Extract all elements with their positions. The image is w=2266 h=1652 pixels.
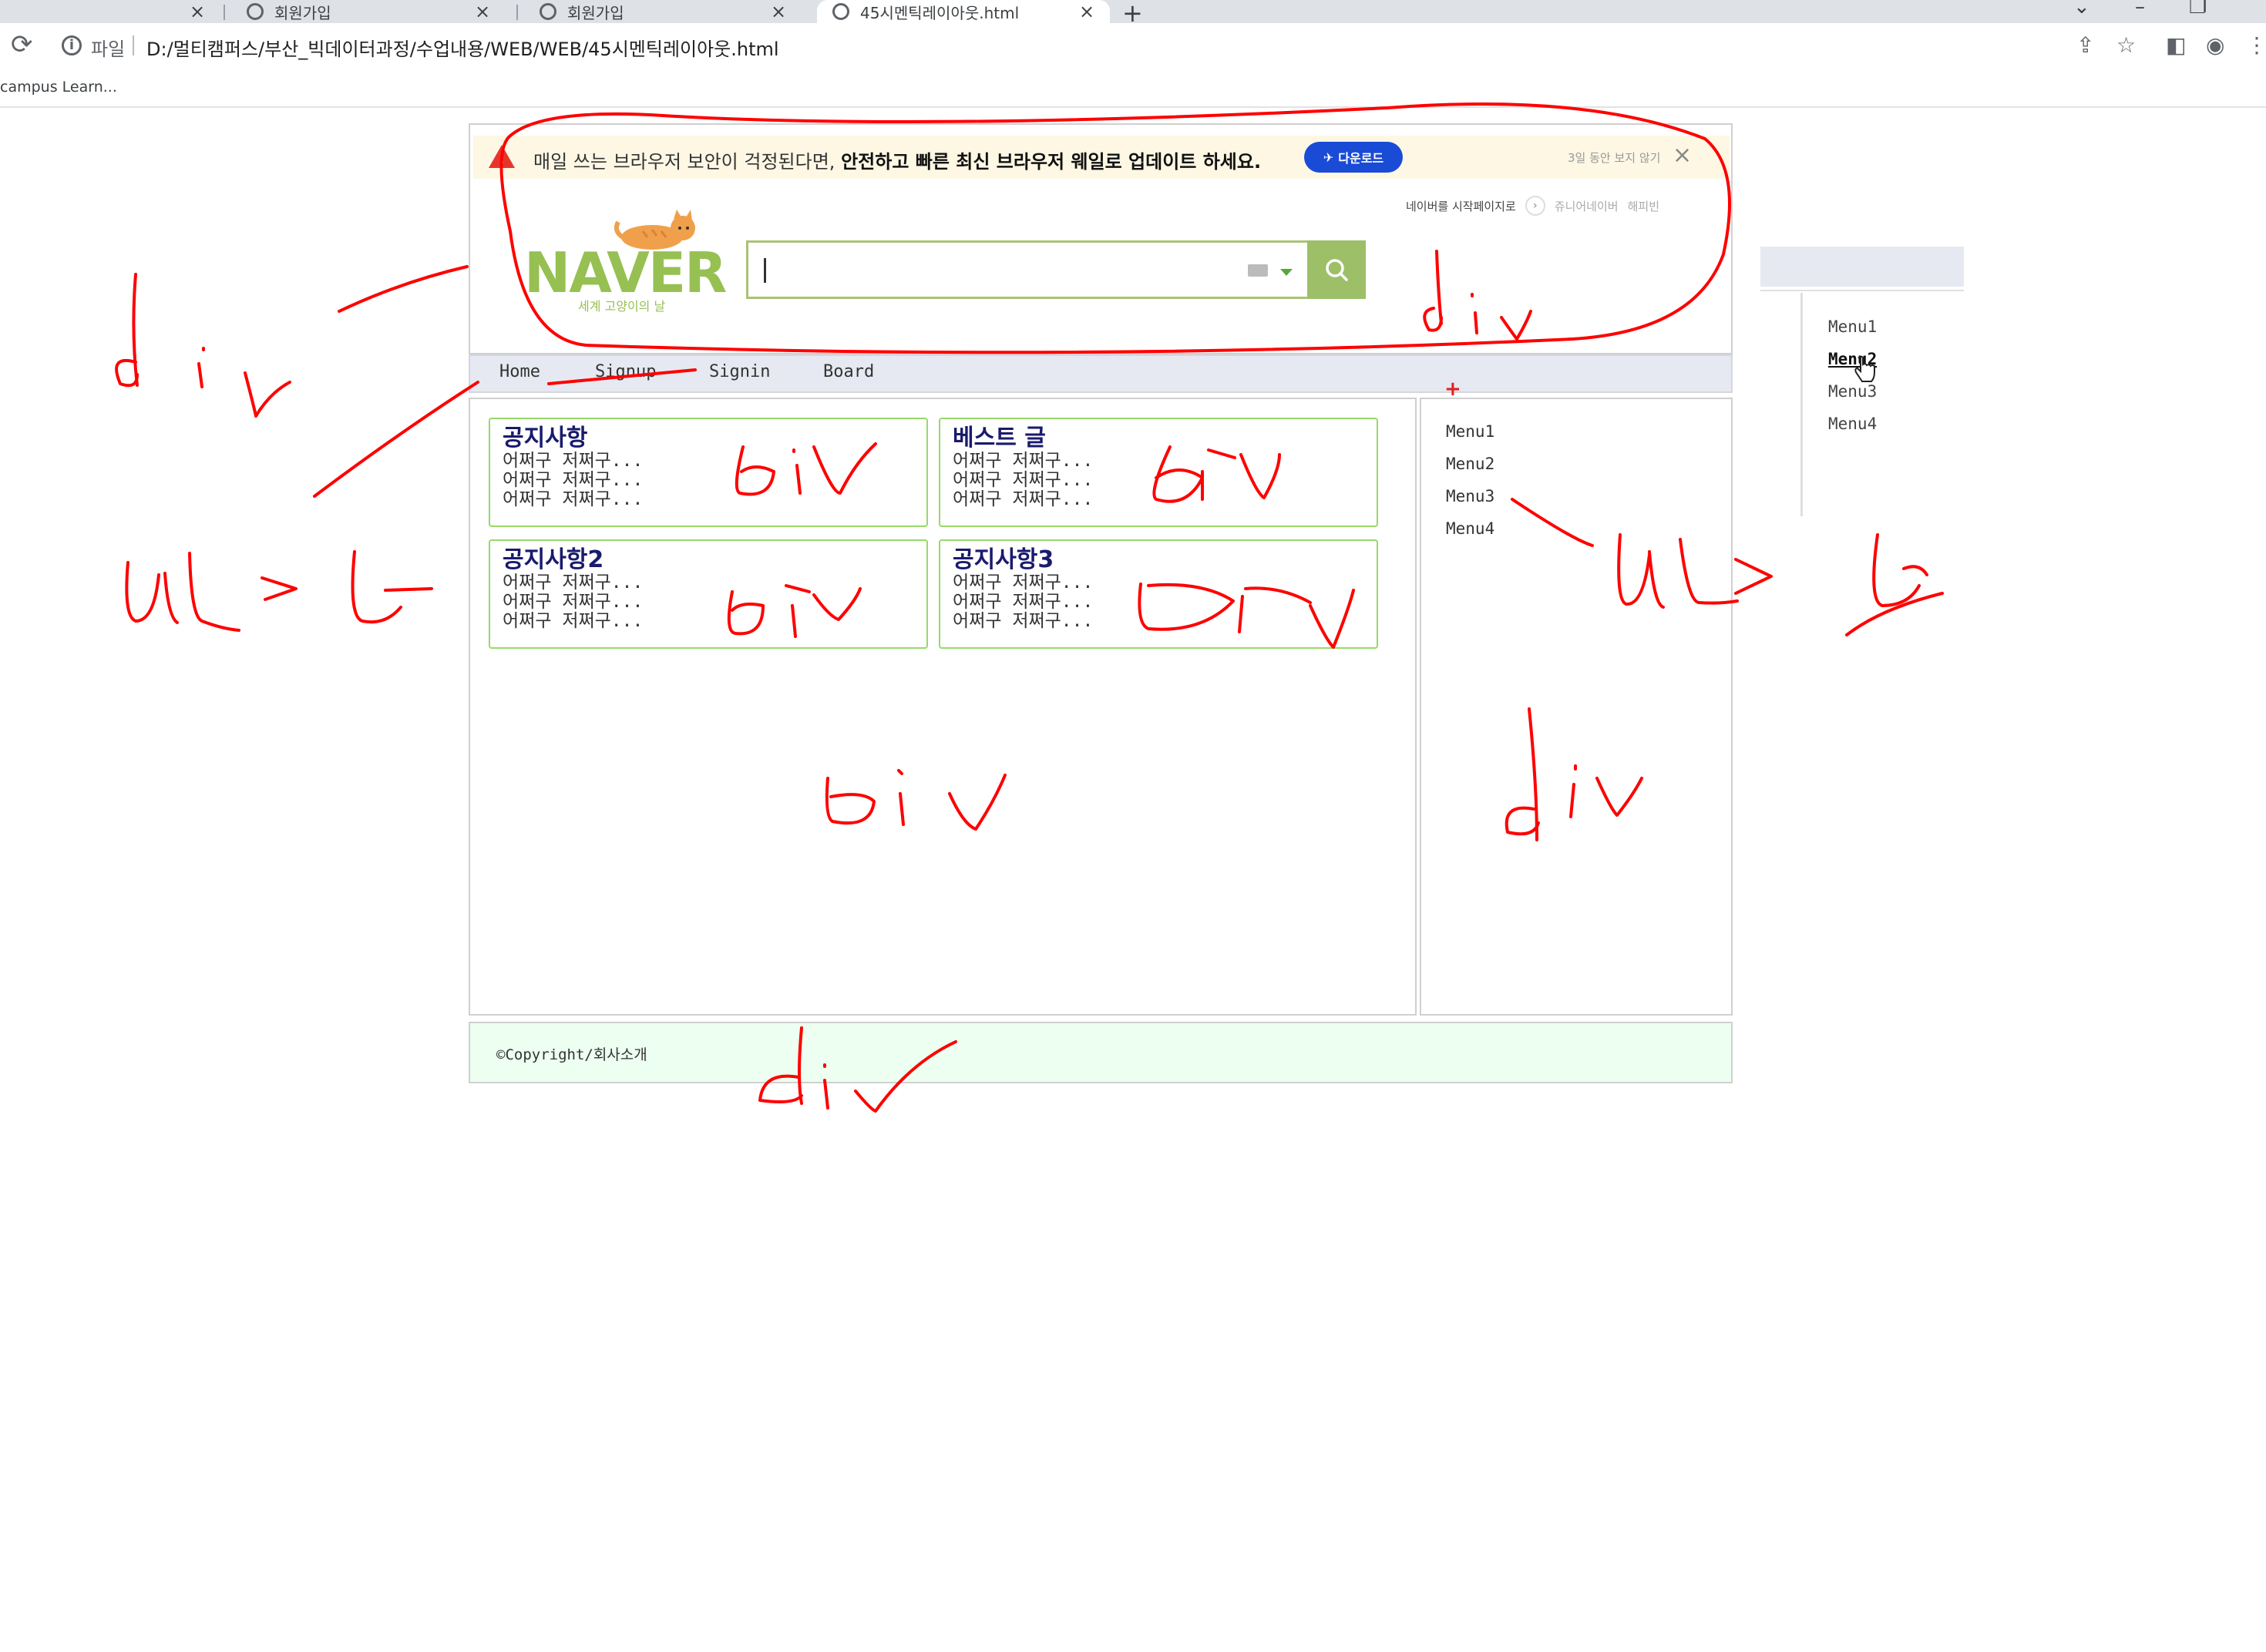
card-line: 어쩌구 저쩌구... — [503, 470, 644, 490]
bookmark-item[interactable]: campus Learn... — [0, 79, 117, 96]
card-line: 어쩌구 저쩌구... — [503, 489, 644, 509]
card-line: 어쩌구 저쩌구... — [953, 572, 1094, 593]
tab-signup-1[interactable]: 회원가입 × — [231, 0, 516, 23]
globe-icon — [540, 3, 556, 20]
tab-divider — [224, 5, 225, 20]
secondary-menu-item[interactable]: Menu4 — [1828, 415, 1877, 433]
address-divider — [133, 35, 134, 55]
secondary-nav-bar — [1760, 247, 1964, 287]
close-icon[interactable]: × — [190, 1, 205, 22]
card-title: 베스트 글 — [953, 425, 1046, 452]
card-line: 어쩌구 저쩌구... — [503, 451, 644, 471]
logo-subtitle: 세계 고양이의 날 — [578, 299, 666, 314]
divider — [1800, 293, 1803, 516]
annotation-div-left — [115, 273, 291, 418]
globe-icon — [247, 3, 264, 20]
address-scheme: 파일 — [91, 39, 126, 60]
profile-icon[interactable]: ◉ — [2206, 32, 2224, 58]
card-line: 어쩌구 저쩌구... — [503, 592, 644, 612]
card-line: 어쩌구 저쩌구... — [503, 572, 644, 593]
bookmarks-bar: campus Learn... — [0, 74, 2266, 108]
download-button[interactable]: ✈ 다운로드 — [1304, 142, 1403, 173]
card-notice: 공지사항 어쩌구 저쩌구... 어쩌구 저쩌구... 어쩌구 저쩌구... — [489, 418, 928, 527]
divider — [1760, 290, 1964, 291]
card-line: 어쩌구 저쩌구... — [953, 470, 1094, 490]
keyboard-icon[interactable] — [1248, 264, 1268, 277]
card-line: 어쩌구 저쩌구... — [953, 611, 1094, 631]
main-section: 공지사항 어쩌구 저쩌구... 어쩌구 저쩌구... 어쩌구 저쩌구... 베스… — [469, 398, 1417, 1016]
bookmark-star-icon[interactable]: ☆ — [2116, 32, 2136, 58]
tab-partial[interactable]: × — [0, 0, 224, 23]
nav-signin[interactable]: Signin — [709, 362, 770, 381]
hand-cursor-icon — [1854, 355, 1875, 382]
banner-message: 매일 쓰는 브라우저 보안이 걱정된다면, 안전하고 빠른 최신 브라우저 웨일… — [533, 146, 1261, 173]
address-bar[interactable]: D:/멀티캠퍼스/부산_빅데이터과정/수업내용/WEB/WEB/45시멘틱레이아… — [146, 34, 779, 61]
footer: ©Copyright/회사소개 — [469, 1022, 1733, 1083]
nav-menu: Home Signup Signin Board — [469, 354, 1733, 393]
whale-icon: ✈ — [1323, 149, 1334, 165]
search-icon — [1326, 259, 1348, 281]
info-icon[interactable]: i — [62, 35, 82, 55]
aside-menu-item[interactable]: Menu1 — [1446, 422, 1494, 441]
aside-menu-item[interactable]: Menu4 — [1446, 519, 1494, 538]
tab-divider — [516, 5, 518, 20]
close-icon[interactable]: × — [475, 1, 490, 22]
aside-menu-item[interactable]: Menu2 — [1446, 455, 1494, 473]
text-caret — [764, 258, 766, 283]
tab-title: 회원가입 — [567, 3, 624, 22]
globe-icon — [832, 3, 849, 20]
update-banner: ! 매일 쓰는 브라우저 보안이 걱정된다면, 안전하고 빠른 최신 브라우저 … — [473, 136, 1730, 179]
tab-title: 회원가입 — [274, 3, 331, 22]
share-icon[interactable]: ⇪ — [2076, 32, 2094, 58]
nav-signup[interactable]: Signup — [595, 362, 656, 381]
card-title: 공지사항2 — [503, 546, 604, 573]
tab-signup-2[interactable]: 회원가입 × — [524, 0, 794, 23]
tab-semantic-layout[interactable]: 45시멘틱레이아웃.html × — [817, 0, 1110, 23]
aside-menu: Menu1 Menu2 Menu3 Menu4 — [1420, 398, 1733, 1016]
download-label: 다운로드 — [1338, 151, 1384, 166]
card-line: 어쩌구 저쩌구... — [953, 489, 1094, 509]
happybean-link[interactable]: 해피빈 — [1628, 198, 1659, 214]
secondary-menu-item[interactable]: Menu1 — [1828, 317, 1877, 336]
card-title: 공지사항3 — [953, 546, 1054, 573]
card-notice-2: 공지사항2 어쩌구 저쩌구... 어쩌구 저쩌구... 어쩌구 저쩌구... — [489, 539, 928, 649]
card-notice-3: 공지사항3 어쩌구 저쩌구... 어쩌구 저쩌구... 어쩌구 저쩌구... — [939, 539, 1378, 649]
card-line: 어쩌구 저쩌구... — [503, 611, 644, 631]
copyright-text[interactable]: ©Copyright/회사소개 — [496, 1043, 647, 1064]
header: ! 매일 쓰는 브라우저 보안이 걱정된다면, 안전하고 빠른 최신 브라우저 … — [469, 123, 1733, 354]
banner-text: 매일 쓰는 브라우저 보안이 걱정된다면, — [533, 151, 835, 173]
tab-strip: × 회원가입 × 회원가입 × 45시멘틱레이아웃.html × + ⌄ – ❐ — [0, 0, 2266, 28]
start-page-link[interactable]: 네이버를 시작페이지로 — [1406, 198, 1516, 214]
close-icon[interactable]: × — [1673, 142, 1692, 169]
close-icon[interactable]: × — [1079, 1, 1094, 22]
annotation-arrow-left — [338, 265, 469, 313]
reload-icon[interactable]: ⟳ — [11, 29, 33, 60]
card-title: 공지사항 — [503, 425, 588, 452]
search-button[interactable] — [1307, 240, 1366, 299]
annotation-ul-li-left — [125, 550, 433, 632]
tab-title: 45시멘틱레이아웃.html — [860, 3, 1020, 22]
tab-search-icon[interactable]: ⌄ — [2073, 0, 2090, 18]
nav-home[interactable]: Home — [499, 362, 540, 381]
hide-3-days-link[interactable]: 3일 동안 보지 않기 — [1568, 149, 1660, 166]
restore-icon[interactable]: ❐ — [2189, 0, 2207, 18]
card-best: 베스트 글 어쩌구 저쩌구... 어쩌구 저쩌구... 어쩌구 저쩌구... — [939, 418, 1378, 527]
menu-dots-icon[interactable]: ⋮ — [2246, 32, 2266, 58]
autocomplete-toggle-icon[interactable] — [1280, 269, 1293, 276]
nav-board[interactable]: Board — [823, 362, 874, 381]
minimize-icon[interactable]: – — [2135, 0, 2145, 18]
card-line: 어쩌구 저쩌구... — [953, 451, 1094, 471]
banner-bold-text: 안전하고 빠른 최신 브라우저 웨일로 업데이트 하세요. — [841, 151, 1262, 173]
card-line: 어쩌구 저쩌구... — [953, 592, 1094, 612]
chevron-right-icon[interactable]: › — [1525, 196, 1545, 216]
junior-naver-link[interactable]: 쥬니어네이버 — [1555, 198, 1619, 214]
close-icon[interactable]: × — [771, 1, 786, 22]
search-input[interactable] — [746, 240, 1366, 299]
side-panel-icon[interactable]: ◧ — [2166, 32, 2186, 58]
top-links: 네이버를 시작페이지로 › 쥬니어네이버 해피빈 — [1406, 196, 1659, 216]
aside-menu-item[interactable]: Menu3 — [1446, 487, 1494, 505]
